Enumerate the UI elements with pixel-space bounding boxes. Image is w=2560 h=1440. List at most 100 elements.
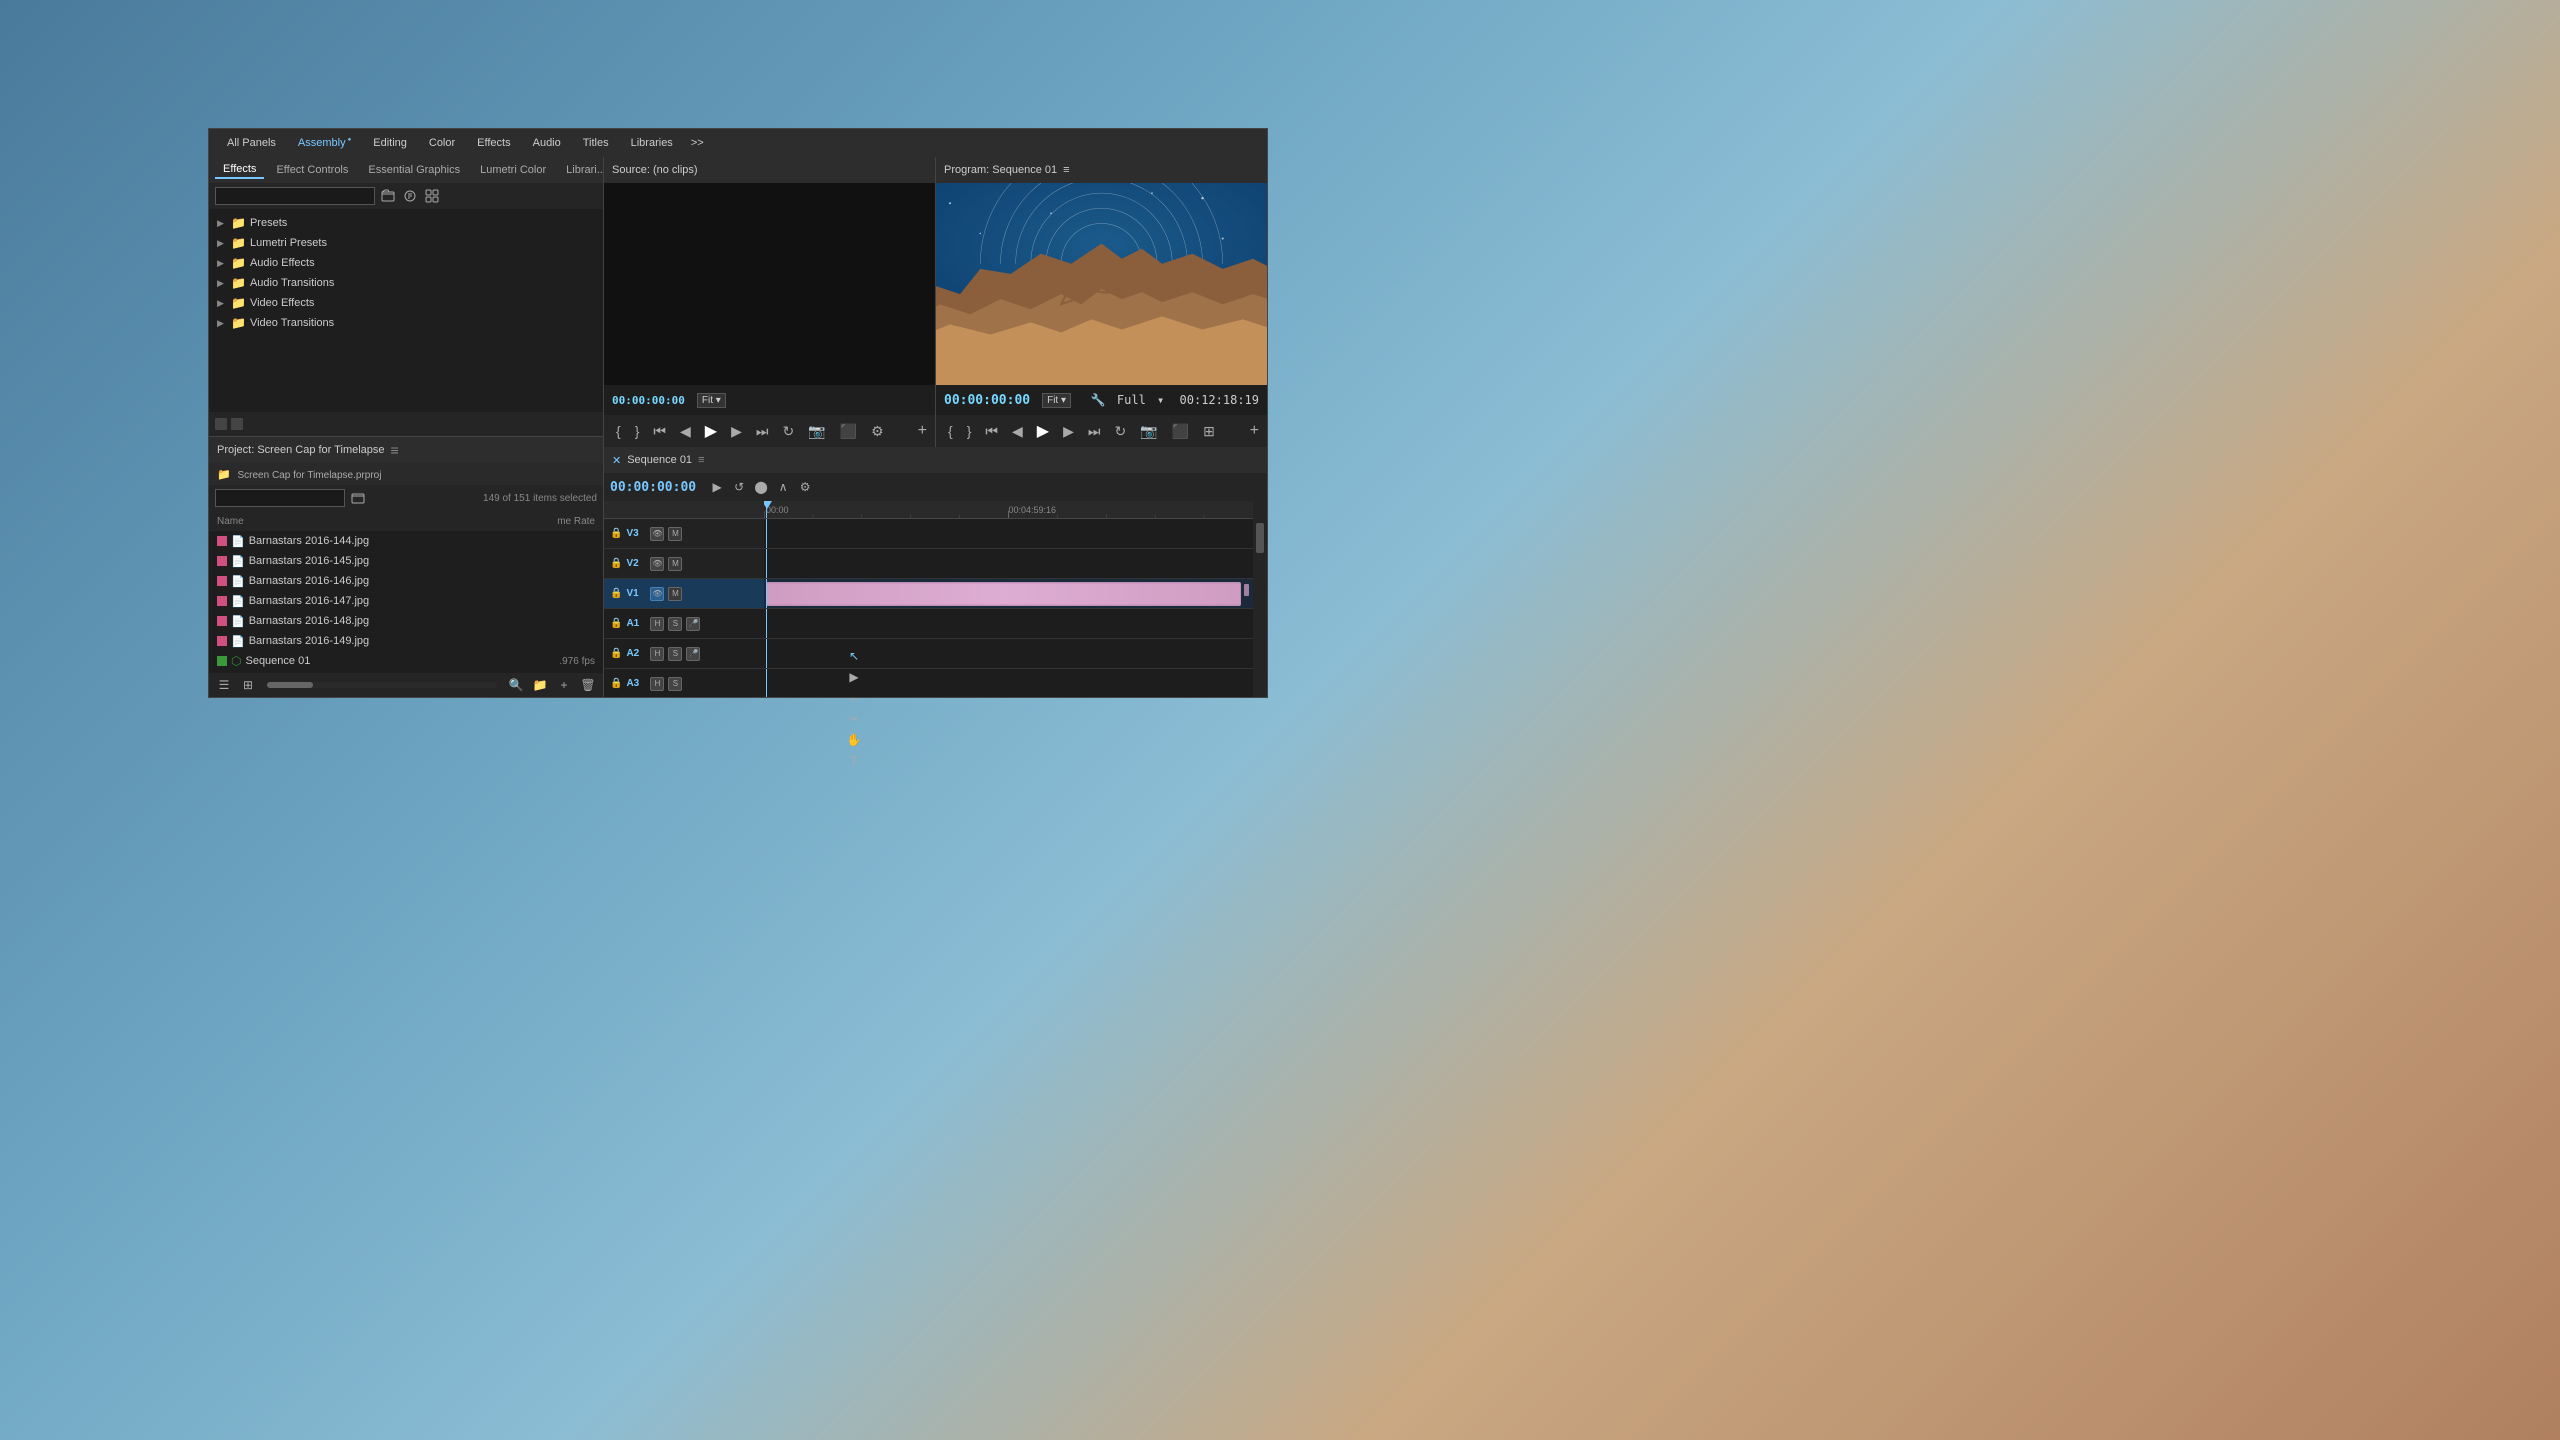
menu-editing[interactable]: Editing (363, 134, 417, 152)
timeline-tool-4[interactable]: ∧ (774, 478, 792, 496)
full-dropdown[interactable]: ▾ (1157, 393, 1164, 407)
sequence-menu-icon[interactable]: ≡ (698, 454, 704, 466)
project-search-input[interactable] (215, 489, 345, 507)
lock-icon[interactable]: 🔒 (610, 558, 622, 569)
list-item[interactable]: 📄 Barnastars 2016-149.jpg (209, 631, 603, 651)
step-forward-button[interactable]: ▶ (1059, 421, 1078, 442)
track-btn-a1-1[interactable]: H (650, 617, 664, 631)
new-bin-icon[interactable]: 📁 (531, 676, 549, 694)
timeline-tool-3[interactable]: ⬤ (752, 478, 770, 496)
menu-more-button[interactable]: >> (685, 134, 710, 152)
menu-assembly[interactable]: Assembly (288, 134, 361, 152)
step-back-button[interactable]: ◀ (676, 421, 695, 442)
track-btn-a2-3[interactable]: 🎤 (686, 647, 700, 661)
lock-icon[interactable]: 🔒 (610, 618, 622, 629)
sequence-close-btn[interactable]: ✕ (612, 454, 621, 467)
track-row-a3[interactable] (764, 669, 1253, 697)
track-row-v2[interactable] (764, 549, 1253, 579)
track-row-v3[interactable] (764, 519, 1253, 549)
tree-item-video-effects[interactable]: ▶ 📁 Video Effects (209, 293, 603, 313)
program-monitor-menu[interactable]: ≡ (1063, 164, 1069, 176)
add-button[interactable]: + (1250, 422, 1259, 440)
grid-view-icon[interactable]: ⊞ (239, 676, 257, 694)
list-item[interactable]: 📄 Barnastars 2016-147.jpg (209, 591, 603, 611)
track-visibility-v1[interactable]: 👁 (650, 587, 664, 601)
sequence-tab-label[interactable]: Sequence 01 (627, 454, 692, 466)
add-button[interactable]: + (918, 422, 927, 440)
settings-icon[interactable]: ⚙ (867, 421, 888, 442)
icon-button-3[interactable] (423, 187, 441, 205)
selection-tool[interactable]: ↖ (845, 647, 863, 665)
multi-cam-button[interactable]: ⊞ (1199, 421, 1219, 442)
menu-audio[interactable]: Audio (523, 134, 571, 152)
mark-out-button[interactable]: } (631, 421, 644, 441)
track-btn-a2-1[interactable]: H (650, 647, 664, 661)
tree-item-audio-transitions[interactable]: ▶ 📁 Audio Transitions (209, 273, 603, 293)
menu-all-panels[interactable]: All Panels (217, 134, 286, 152)
track-mute-v1[interactable]: M (668, 587, 682, 601)
camera-button[interactable]: 📷 (804, 421, 829, 442)
lock-icon[interactable]: 🔒 (610, 528, 622, 539)
step-forward-button[interactable]: ▶ (727, 421, 746, 442)
step-back-button[interactable]: ◀ (1008, 421, 1027, 442)
tree-item-presets[interactable]: ▶ 📁 Presets (209, 213, 603, 233)
timeline-vertical-scrollbar[interactable] (1253, 501, 1267, 697)
list-item[interactable]: ⬡ Sequence 01 .976 fps (209, 651, 603, 671)
zoom-slider[interactable] (267, 682, 497, 688)
clip-end-handle[interactable] (1244, 584, 1249, 596)
trim-button[interactable]: ⬛ (1168, 421, 1193, 442)
play-button[interactable]: ▶ (701, 419, 721, 443)
tab-effect-controls[interactable]: Effect Controls (268, 162, 356, 178)
loop-button[interactable]: ↻ (778, 421, 798, 442)
scrollbar-thumb[interactable] (1256, 523, 1264, 553)
lock-icon[interactable]: 🔒 (610, 678, 622, 689)
video-clip-v1[interactable] (766, 582, 1241, 606)
track-row-v1[interactable] (764, 579, 1253, 609)
timeline-tool-2[interactable]: ↺ (730, 478, 748, 496)
tree-item-lumetri-presets[interactable]: ▶ 📁 Lumetri Presets (209, 233, 603, 253)
track-row-a1[interactable] (764, 609, 1253, 639)
program-fit-dropdown[interactable]: Fit ▾ (1042, 393, 1071, 408)
wrench-icon[interactable]: 🔧 (1091, 393, 1106, 407)
panel-footer-btn1[interactable] (215, 418, 227, 430)
track-btn-a1-3[interactable]: 🎤 (686, 617, 700, 631)
fast-forward-button[interactable]: ⏭ (752, 421, 773, 442)
delete-icon[interactable]: 🗑 (579, 676, 597, 694)
effects-search-input[interactable] (215, 187, 375, 205)
track-row-a2[interactable] (764, 639, 1253, 669)
track-select-tool[interactable]: ▶ (845, 668, 863, 686)
lock-icon[interactable]: 🔒 (610, 588, 622, 599)
mark-in-button[interactable]: { (944, 421, 957, 441)
camera-button[interactable]: 📷 (1136, 421, 1161, 442)
menu-titles[interactable]: Titles (573, 134, 619, 152)
source-fit-dropdown[interactable]: Fit ▾ (697, 393, 726, 408)
track-mute-v3[interactable]: M (668, 527, 682, 541)
track-btn-a3-1[interactable]: H (650, 677, 664, 691)
new-folder-icon[interactable] (379, 187, 397, 205)
mark-out-button[interactable]: } (963, 421, 976, 441)
timeline-tool-5[interactable]: ⚙ (796, 478, 814, 496)
project-menu-icon[interactable]: ≡ (391, 442, 399, 458)
rewind-button[interactable]: ⏮ (649, 421, 670, 442)
tree-item-video-transitions[interactable]: ▶ 📁 Video Transitions (209, 313, 603, 333)
track-visibility-v2[interactable]: 👁 (650, 557, 664, 571)
list-item[interactable]: 📄 Barnastars 2016-144.jpg (209, 531, 603, 551)
list-item[interactable]: 📄 Barnastars 2016-145.jpg (209, 551, 603, 571)
track-visibility-v3[interactable]: 👁 (650, 527, 664, 541)
tab-essential-graphics[interactable]: Essential Graphics (360, 162, 468, 178)
track-btn-a1-2[interactable]: S (668, 617, 682, 631)
menu-effects[interactable]: Effects (467, 134, 520, 152)
track-btn-a3-2[interactable]: S (668, 677, 682, 691)
mark-in-button[interactable]: { (612, 421, 625, 441)
rewind-button[interactable]: ⏮ (981, 421, 1002, 442)
menu-color[interactable]: Color (419, 134, 465, 152)
play-button[interactable]: ▶ (1033, 419, 1053, 443)
menu-libraries[interactable]: Libraries (621, 134, 683, 152)
panel-footer-btn2[interactable] (231, 418, 243, 430)
tree-item-audio-effects[interactable]: ▶ 📁 Audio Effects (209, 253, 603, 273)
timeline-tool-1[interactable]: ▶ (708, 478, 726, 496)
project-new-folder-icon[interactable] (349, 489, 367, 507)
new-item-icon[interactable]: + (555, 676, 573, 694)
track-mute-v2[interactable]: M (668, 557, 682, 571)
track-btn-a2-2[interactable]: S (668, 647, 682, 661)
